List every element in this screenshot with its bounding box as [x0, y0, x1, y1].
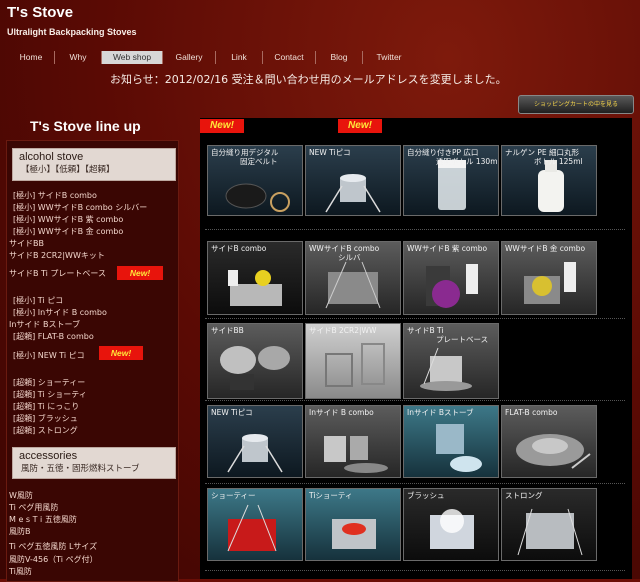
sidebar-accessory-link[interactable]: 風防V-456（Ti ペグ付）: [9, 555, 98, 564]
alcohol-stove-title: alcohol stove: [19, 151, 84, 163]
new-badge: New!: [200, 119, 244, 133]
product-caption: NEW Tiピコ: [211, 408, 253, 417]
row-divider: [205, 570, 625, 571]
product-thumbnail[interactable]: Inサイド Bストーブ: [403, 405, 499, 478]
nav-web-shop[interactable]: Web shop: [102, 51, 163, 64]
product-caption: サイドBB: [211, 326, 244, 335]
main-nav: Home Why Web shop Gallery Link Contact B…: [8, 51, 415, 64]
sidebar-product-link[interactable]: [超頼] ブラッシュ: [13, 414, 78, 423]
new-badge: New!: [117, 266, 163, 280]
product-thumbnail[interactable]: サイドB 2CR2|WW: [305, 323, 401, 399]
sidebar-product-link[interactable]: [超頼] Ti にっこり: [13, 402, 79, 411]
sidebar-product-link[interactable]: [極小] NEW Ti ピコ: [13, 351, 85, 360]
alcohol-stove-subtitle: 【極小】【低頼】【超頼】: [21, 165, 115, 175]
accessories-subtitle: 風防・五徳・固形燃料ストーブ: [21, 464, 140, 474]
sidebar-product-link[interactable]: サイドB 2CR2|WWキット: [9, 251, 105, 260]
sidebar-accessory-link[interactable]: Ti ペグ用風防: [9, 503, 58, 512]
sidebar-product-link[interactable]: [極小] Ti ピコ: [13, 296, 63, 305]
product-caption: ストロング: [505, 491, 543, 500]
product-caption-line2: 透明ボトル 130ml: [436, 157, 499, 166]
sidebar-product-link[interactable]: [極小] WWサイドB 紫 combo: [13, 215, 123, 224]
product-thumbnail[interactable]: サイドBB: [207, 323, 303, 399]
spring-stove-icon: [325, 343, 385, 387]
disc-stove-icon: [220, 346, 290, 390]
nav-blog[interactable]: Blog: [316, 51, 363, 64]
sidebar-product-link[interactable]: [極小] Inサイド B combo: [13, 308, 107, 317]
row-divider: [205, 400, 625, 401]
sidebar-product-link[interactable]: [極小] サイドB combo: [13, 191, 97, 200]
product-thumbnail[interactable]: FLAT-B combo: [501, 405, 597, 478]
product-thumbnail[interactable]: NEW Tiピコ: [305, 145, 401, 216]
product-thumbnail[interactable]: WWサイドB 紫 combo: [403, 241, 499, 315]
notice-text: お知らせ：2012/02/16 受注＆問い合わせ用のメールアドレスを変更しました…: [110, 73, 507, 86]
sidebar-accessory-link[interactable]: M e s T i 五徳風防: [9, 515, 77, 524]
product-caption: FLAT-B combo: [505, 408, 558, 417]
sidebar-product-link[interactable]: サイドB Ti プレートベース: [9, 269, 106, 278]
product-thumbnail[interactable]: NEW Tiピコ: [207, 405, 303, 478]
nav-gallery[interactable]: Gallery: [163, 51, 216, 64]
product-caption: ブラッシュ: [407, 491, 445, 500]
product-caption: ショーティー: [211, 491, 256, 500]
product-caption: WWサイドB 紫 combo: [407, 244, 488, 253]
product-caption: 自分縫り用デジタル: [211, 148, 279, 157]
product-caption: NEW Tiピコ: [309, 148, 351, 157]
site-title[interactable]: T's Stove: [7, 4, 73, 21]
site-subtitle: Ultralight Backpacking Stoves: [7, 27, 137, 37]
sidebar-accessory-link[interactable]: 風防B: [9, 527, 31, 536]
nav-contact[interactable]: Contact: [263, 51, 316, 64]
sidebar-accessory-link[interactable]: Ti ペグ五徳風防 Lサイズ: [9, 542, 97, 551]
product-caption: サイドB Ti: [407, 326, 444, 335]
product-thumbnail[interactable]: 自分縫り用デジタル 固定ベルト: [207, 145, 303, 216]
new-badge: New!: [99, 346, 143, 360]
sidebar-product-link[interactable]: [超頼] ショーティー: [13, 378, 85, 387]
nav-why[interactable]: Why: [55, 51, 102, 64]
product-thumbnail[interactable]: WWサイドB combo シルバ: [305, 241, 401, 315]
sidebar-product-link[interactable]: [超頼] FLAT-B combo: [13, 332, 94, 341]
product-caption-line2: 固定ベルト: [240, 157, 278, 166]
product-thumbnail[interactable]: Tiショーティ: [305, 488, 401, 561]
sidebar-title: T's Stove line up: [30, 118, 141, 134]
sidebar-product-link[interactable]: サイドBB: [9, 239, 44, 248]
sidebar-product-link[interactable]: [超頼] Ti ショーティ: [13, 390, 87, 399]
accessories-title: accessories: [19, 450, 78, 462]
product-caption: WWサイドB 金 combo: [505, 244, 586, 253]
product-thumbnail[interactable]: ショーティー: [207, 488, 303, 561]
row-divider: [205, 318, 625, 319]
product-thumbnail[interactable]: WWサイドB 金 combo: [501, 241, 597, 315]
accessories-header: accessories 風防・五徳・固形燃料ストーブ: [12, 447, 176, 479]
product-thumbnail[interactable]: ストロング: [501, 488, 597, 561]
alcohol-stove-header: alcohol stove 【極小】【低頼】【超頼】: [12, 148, 176, 181]
product-caption: 自分縫り付きPP 広口: [407, 148, 479, 157]
view-cart-button[interactable]: ショッピングカートの中を見る: [518, 95, 634, 114]
product-caption: WWサイドB combo: [309, 244, 380, 253]
product-caption-line2: シルバ: [338, 253, 361, 262]
product-thumbnail[interactable]: Inサイド B combo: [305, 405, 401, 478]
row-divider: [205, 229, 625, 230]
product-caption: ナルゲン PE 細口丸形: [505, 148, 580, 157]
nav-link[interactable]: Link: [216, 51, 263, 64]
sidebar-product-link[interactable]: [極小] WWサイドB 金 combo: [13, 227, 123, 236]
row-divider: [205, 483, 625, 484]
product-thumbnail[interactable]: サイドB Ti プレートベース: [403, 323, 499, 399]
product-thumbnail[interactable]: ナルゲン PE 細口丸形 ボトル 125ml: [501, 145, 597, 216]
product-thumbnail[interactable]: ブラッシュ: [403, 488, 499, 561]
product-thumbnail[interactable]: サイドB combo: [207, 241, 303, 315]
new-badge: New!: [338, 119, 382, 133]
product-caption: Tiショーティ: [309, 491, 353, 500]
sidebar-accessory-link[interactable]: W風防: [9, 491, 33, 500]
product-thumbnail[interactable]: 自分縫り付きPP 広口 透明ボトル 130ml: [403, 145, 499, 216]
sidebar-product-link[interactable]: [超頼] ストロング: [13, 426, 78, 435]
product-caption: サイドB 2CR2|WW: [309, 326, 377, 335]
product-caption-line2: ボトル 125ml: [534, 157, 583, 166]
sidebar-accessory-link[interactable]: Ti風防: [9, 567, 32, 576]
product-caption: サイドB combo: [211, 244, 267, 253]
product-caption-line2: プレートベース: [436, 335, 489, 344]
nav-twitter[interactable]: Twitter: [363, 51, 415, 64]
sidebar-product-link[interactable]: Inサイド Bストーブ: [9, 320, 80, 329]
product-caption: Inサイド B combo: [309, 408, 374, 417]
nav-home[interactable]: Home: [8, 51, 55, 64]
product-caption: Inサイド Bストーブ: [407, 408, 474, 417]
sidebar-product-link[interactable]: [極小] WWサイドB combo シルバー: [13, 203, 147, 212]
